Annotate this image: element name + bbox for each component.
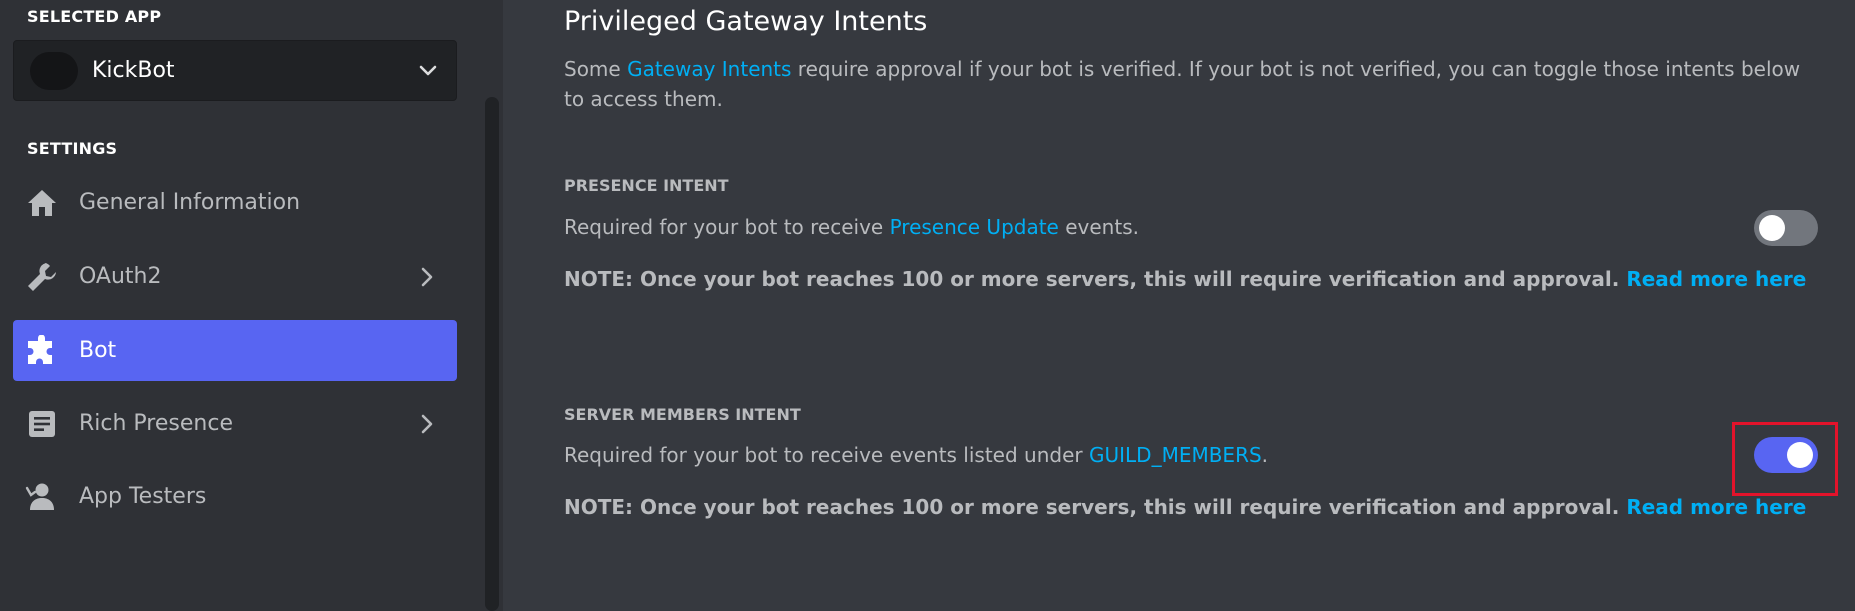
- sidebar: SELECTED APP KickBot SETTINGS General In…: [0, 0, 503, 611]
- main-content: Privileged Gateway Intents Some Gateway …: [503, 0, 1855, 611]
- chevron-right-icon: [421, 267, 433, 287]
- sidebar-item-bot[interactable]: Bot: [13, 320, 457, 381]
- presence-intent-heading: PRESENCE INTENT: [564, 176, 729, 195]
- guild-members-link[interactable]: GUILD_MEMBERS: [1089, 443, 1262, 467]
- sidebar-scrollbar[interactable]: [485, 97, 499, 611]
- sidebar-item-label: OAuth2: [79, 264, 162, 289]
- page-title: Privileged Gateway Intents: [564, 6, 928, 37]
- presence-desc-suffix: events.: [1058, 215, 1139, 239]
- settings-label: SETTINGS: [27, 139, 118, 158]
- app-selector[interactable]: KickBot: [13, 40, 457, 101]
- sidebar-item-oauth2[interactable]: OAuth2: [13, 246, 457, 307]
- members-desc-suffix: .: [1261, 443, 1269, 467]
- sidebar-item-app-testers[interactable]: App Testers: [13, 466, 457, 527]
- sidebar-item-rich-presence[interactable]: Rich Presence: [13, 393, 457, 454]
- members-read-more-link[interactable]: Read more here: [1626, 495, 1806, 519]
- presence-read-more-link[interactable]: Read more here: [1626, 267, 1806, 291]
- puzzle-icon: [25, 334, 59, 368]
- sidebar-item-label: Bot: [79, 338, 117, 363]
- members-desc-prefix: Required for your bot to receive events …: [564, 443, 1089, 467]
- presence-intent-toggle[interactable]: [1754, 210, 1818, 246]
- sidebar-item-label: App Testers: [79, 484, 207, 509]
- presence-desc-prefix: Required for your bot to receive: [564, 215, 890, 239]
- presence-intent-note: NOTE: Once your bot reaches 100 or more …: [564, 267, 1806, 291]
- intro-prefix: Some: [564, 57, 628, 81]
- wrench-icon: [25, 260, 59, 294]
- presence-intent-description: Required for your bot to receive Presenc…: [564, 215, 1139, 239]
- server-members-intent-description: Required for your bot to receive events …: [564, 443, 1268, 467]
- document-icon: [25, 407, 59, 441]
- presence-update-link[interactable]: Presence Update: [890, 215, 1059, 239]
- chevron-down-icon: [419, 65, 437, 76]
- server-members-intent-note: NOTE: Once your bot reaches 100 or more …: [564, 495, 1806, 519]
- server-members-intent-heading: SERVER MEMBERS INTENT: [564, 405, 801, 424]
- sidebar-item-label: General Information: [79, 190, 301, 215]
- person-icon: [25, 480, 59, 514]
- app-avatar: [30, 51, 78, 90]
- highlight-box: [1732, 422, 1838, 496]
- intro-text: Some Gateway Intents require approval if…: [564, 54, 1824, 114]
- sidebar-item-general-information[interactable]: General Information: [13, 172, 457, 233]
- app-name: KickBot: [92, 58, 175, 83]
- chevron-right-icon: [421, 414, 433, 434]
- sidebar-item-label: Rich Presence: [79, 411, 233, 436]
- members-note-text: NOTE: Once your bot reaches 100 or more …: [564, 495, 1627, 519]
- gateway-intents-link[interactable]: Gateway Intents: [627, 57, 791, 81]
- home-icon: [25, 186, 59, 220]
- selected-app-label: SELECTED APP: [27, 7, 162, 26]
- toggle-knob: [1759, 215, 1785, 241]
- presence-note-text: NOTE: Once your bot reaches 100 or more …: [564, 267, 1627, 291]
